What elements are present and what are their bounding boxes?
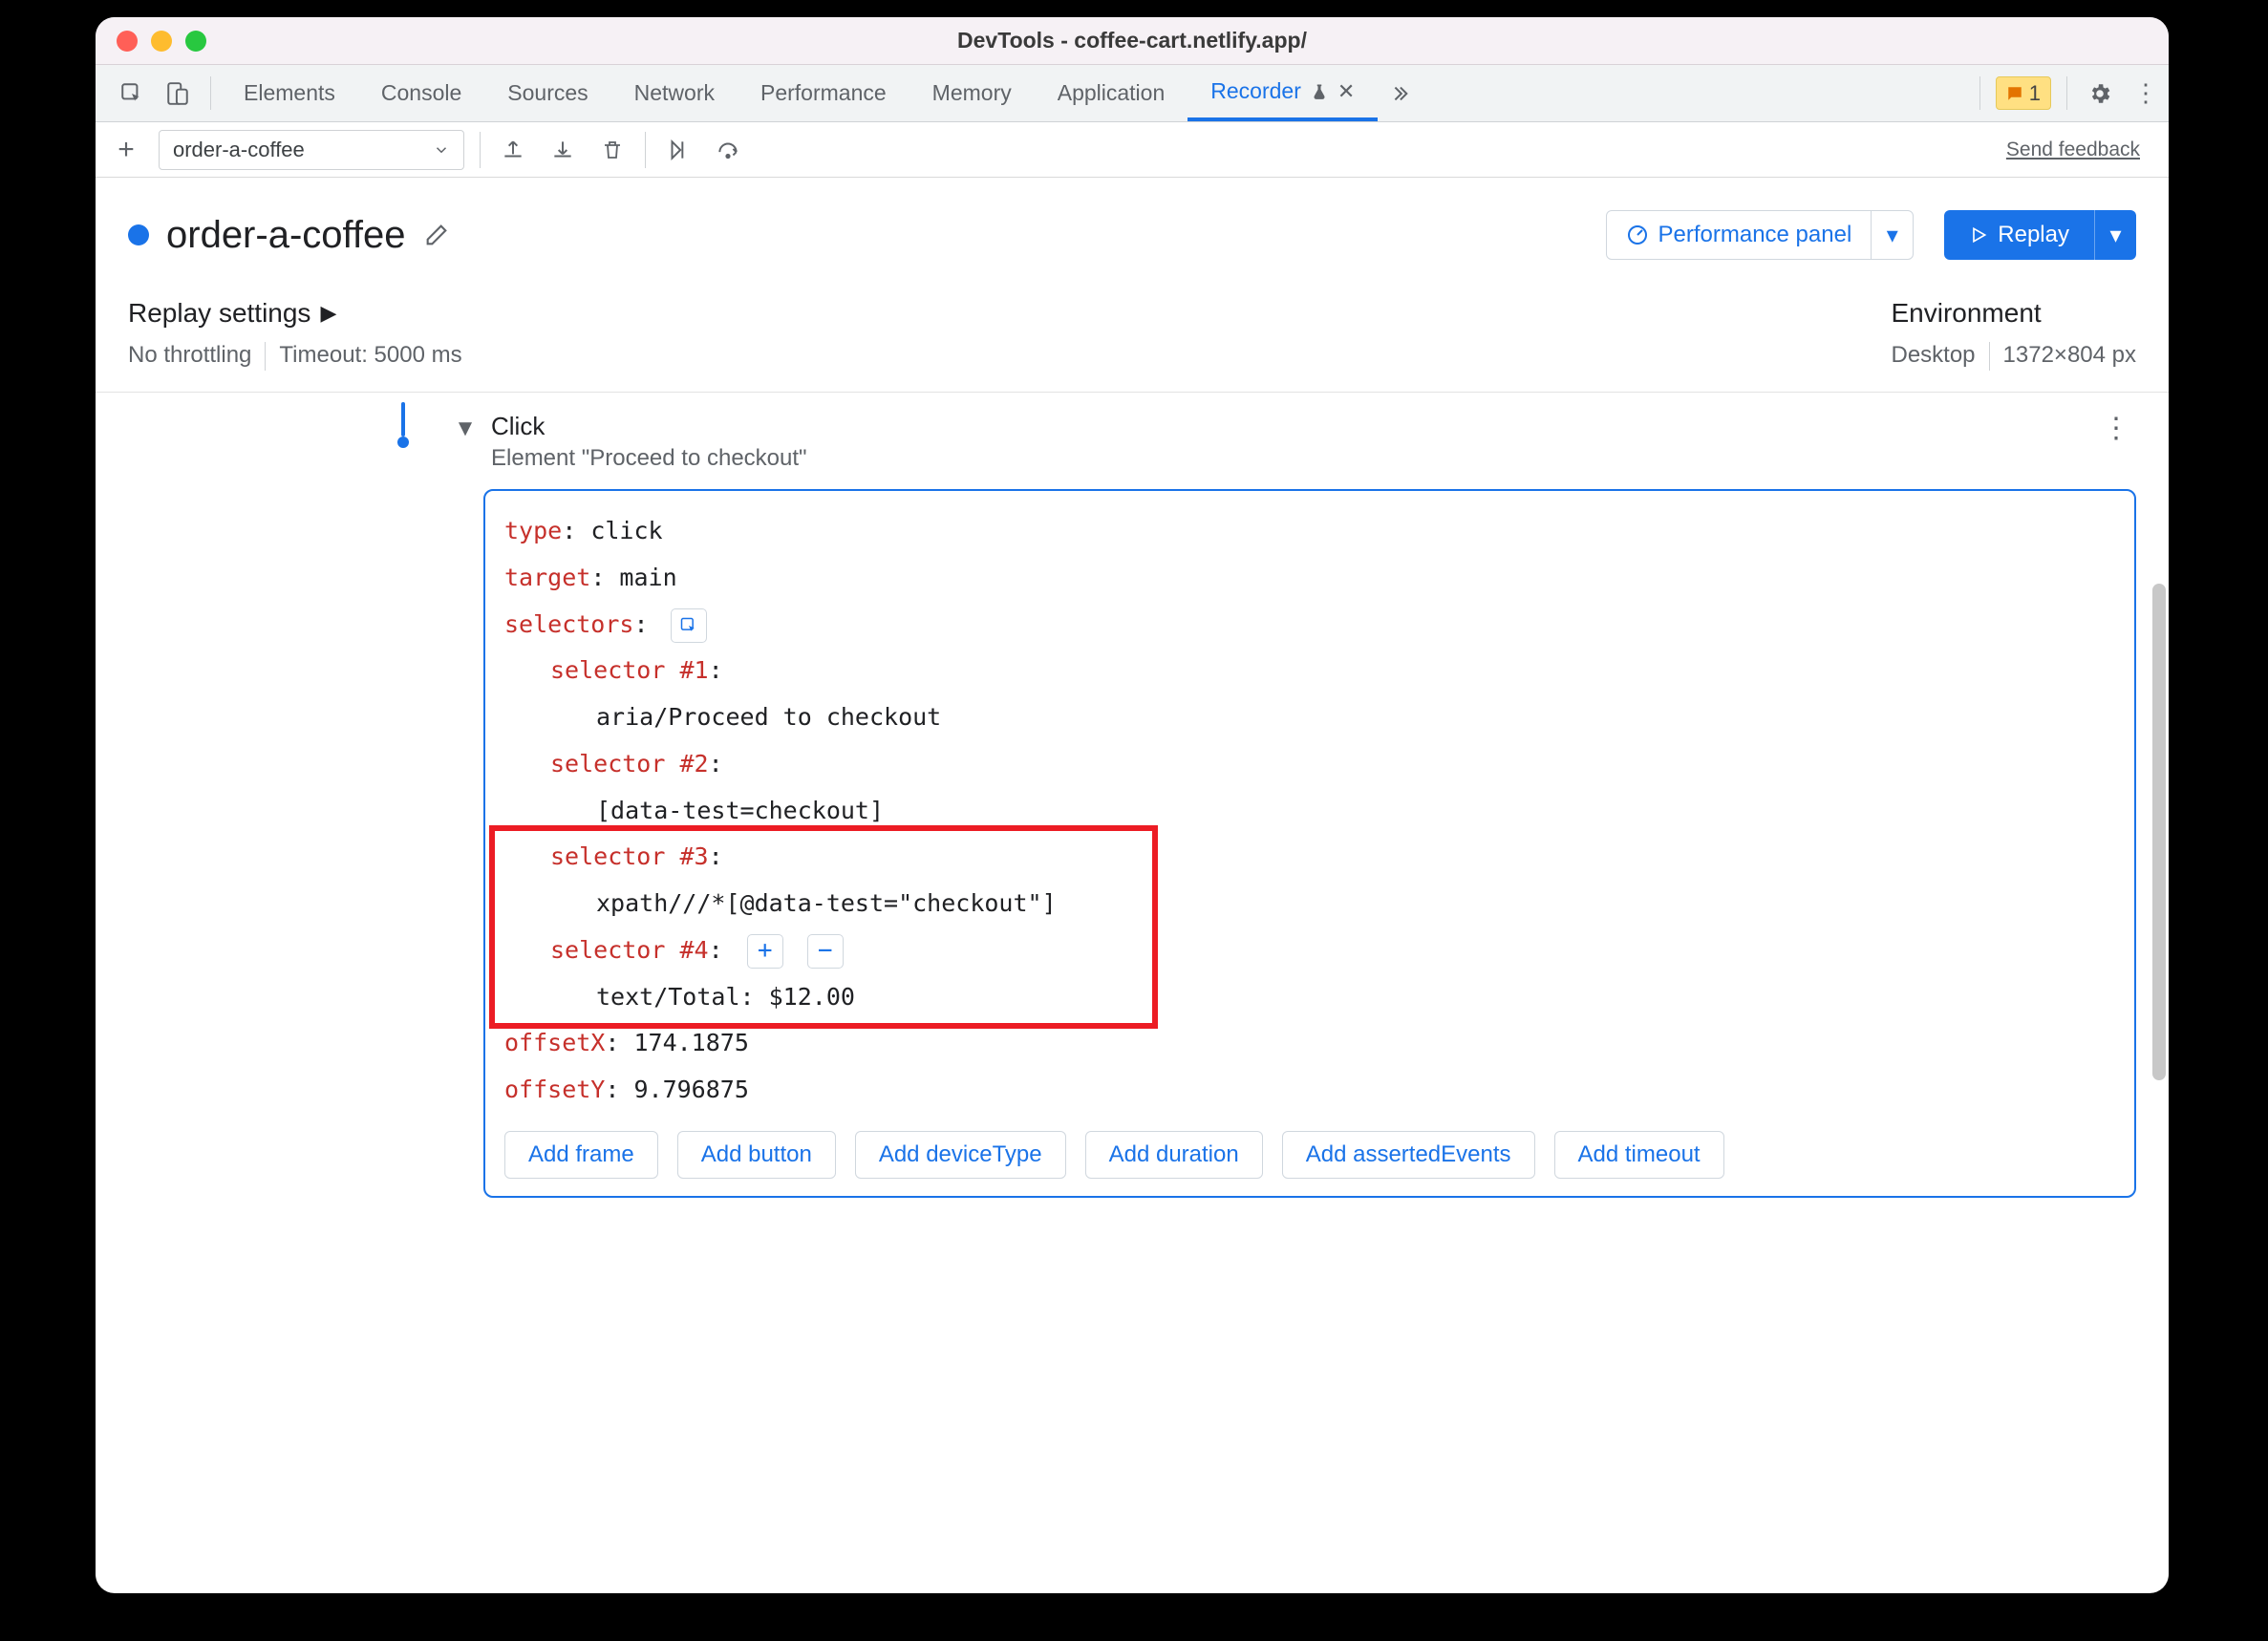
step-header[interactable]: ▼ Click Element "Proceed to checkout" (451, 412, 2136, 472)
timeline-line (401, 402, 405, 437)
environment-label: Environment (1891, 298, 2136, 329)
performance-panel-caret[interactable]: ▾ (1871, 211, 1913, 259)
add-button-button[interactable]: Add button (677, 1131, 836, 1179)
selector1-value[interactable]: aria/Proceed to checkout (596, 703, 941, 731)
collapse-icon[interactable]: ▼ (451, 412, 480, 472)
offsety-key: offsetY (504, 1076, 605, 1103)
timeout-value: Timeout: 5000 ms (279, 342, 461, 371)
environment-device: Desktop (1891, 342, 1975, 371)
selector1-key: selector #1 (550, 656, 709, 684)
selector2-key: selector #2 (550, 750, 709, 778)
export-icon[interactable] (496, 138, 530, 162)
tab-application[interactable]: Application (1035, 65, 1188, 121)
flask-icon (1311, 82, 1328, 101)
add-duration-button[interactable]: Add duration (1085, 1131, 1263, 1179)
offsetx-value[interactable]: 174.1875 (633, 1029, 748, 1056)
selector4-key: selector #4 (550, 936, 709, 964)
add-devicetype-button[interactable]: Add deviceType (855, 1131, 1066, 1179)
tab-elements[interactable]: Elements (221, 65, 358, 121)
add-timeout-button[interactable]: Add timeout (1554, 1131, 1724, 1179)
timeline-dot (397, 437, 409, 448)
selector3-key: selector #3 (550, 842, 709, 870)
chevron-down-icon (433, 141, 450, 159)
kebab-menu-icon[interactable]: ⋮ (2123, 65, 2169, 121)
tab-memory[interactable]: Memory (909, 65, 1035, 121)
inspect-element-icon[interactable] (109, 65, 155, 121)
devtools-window: DevTools - coffee-cart.netlify.app/ Elem… (96, 17, 2169, 1593)
environment-dimensions: 1372×804 px (2003, 342, 2136, 371)
recording-dropdown[interactable]: order-a-coffee (159, 130, 464, 170)
tab-network[interactable]: Network (611, 65, 738, 121)
selector-picker-icon[interactable] (671, 608, 707, 643)
play-icon (1969, 225, 1988, 245)
new-recording-icon[interactable]: + (109, 134, 143, 166)
offsetx-key: offsetX (504, 1029, 605, 1056)
issues-count: 1 (2029, 81, 2041, 106)
selector3-value[interactable]: xpath///*[@data-test="checkout"] (596, 889, 1057, 917)
window-title: DevTools - coffee-cart.netlify.app/ (96, 28, 2169, 53)
remove-selector-icon[interactable]: − (807, 934, 844, 969)
minimize-icon[interactable] (151, 31, 172, 52)
import-icon[interactable] (546, 138, 580, 162)
warning-icon (2006, 85, 2023, 102)
settings-icon[interactable] (2077, 65, 2123, 121)
tab-sources[interactable]: Sources (484, 65, 610, 121)
selectors-key: selectors (504, 610, 633, 638)
tab-recorder-label: Recorder (1210, 78, 1301, 104)
issues-badge[interactable]: 1 (1996, 76, 2051, 110)
offsety-value[interactable]: 9.796875 (633, 1076, 748, 1103)
step-subtitle: Element "Proceed to checkout" (491, 441, 807, 472)
step-over-icon[interactable] (711, 138, 745, 162)
throttling-value: No throttling (128, 342, 251, 371)
delete-icon[interactable] (595, 138, 630, 162)
add-frame-button[interactable]: Add frame (504, 1131, 658, 1179)
step-details: type: click target: main selectors: sele… (483, 489, 2136, 1198)
selector2-value[interactable]: [data-test=checkout] (596, 797, 884, 824)
recorder-toolbar: + order-a-coffee Send feedback (96, 122, 2169, 178)
replay-button[interactable]: Replay ▾ (1944, 210, 2136, 260)
tab-recorder[interactable]: Recorder ✕ (1187, 65, 1378, 121)
settings-row: Replay settings ▶ No throttling Timeout:… (96, 260, 2169, 393)
devtools-tabbar: Elements Console Sources Network Perform… (96, 65, 2169, 122)
recording-dropdown-value: order-a-coffee (173, 138, 305, 162)
tab-performance[interactable]: Performance (738, 65, 909, 121)
recording-status-dot (128, 224, 149, 245)
step-title: Click (491, 412, 807, 441)
device-toolbar-icon[interactable] (155, 65, 201, 121)
send-feedback-link[interactable]: Send feedback (2006, 139, 2155, 161)
recorder-steps-area: ⋮ ▼ Click Element "Proceed to checkout" … (96, 393, 2169, 1593)
performance-panel-button[interactable]: Performance panel ▾ (1606, 210, 1915, 260)
maximize-icon[interactable] (185, 31, 206, 52)
titlebar: DevTools - coffee-cart.netlify.app/ (96, 17, 2169, 65)
add-assertedevents-button[interactable]: Add assertedEvents (1282, 1131, 1535, 1179)
close-tab-icon[interactable]: ✕ (1337, 79, 1355, 104)
add-selector-icon[interactable]: + (747, 934, 783, 969)
close-icon[interactable] (117, 31, 138, 52)
gauge-icon (1626, 224, 1649, 246)
target-key: target (504, 564, 590, 591)
replay-settings-toggle[interactable]: Replay settings ▶ (128, 298, 462, 329)
scrollbar-thumb[interactable] (2152, 584, 2166, 1080)
target-value[interactable]: main (619, 564, 676, 591)
type-key: type (504, 517, 562, 544)
step-play-icon[interactable] (661, 138, 695, 162)
tab-console[interactable]: Console (358, 65, 484, 121)
traffic-lights (96, 31, 206, 52)
recording-title: order-a-coffee (166, 214, 406, 257)
recording-header: order-a-coffee Performance panel ▾ Repla… (96, 178, 2169, 260)
more-tabs-icon[interactable] (1378, 65, 1422, 121)
edit-name-icon[interactable] (423, 222, 450, 248)
replay-caret[interactable]: ▾ (2094, 210, 2136, 260)
replay-settings-label: Replay settings (128, 298, 310, 329)
type-value[interactable]: click (590, 517, 662, 544)
performance-panel-label: Performance panel (1658, 222, 1852, 248)
step-menu-icon[interactable]: ⋮ (2102, 412, 2130, 445)
chevron-right-icon: ▶ (320, 301, 336, 326)
selector4-value[interactable]: text/Total: $12.00 (596, 983, 855, 1011)
replay-label: Replay (1998, 222, 2069, 248)
